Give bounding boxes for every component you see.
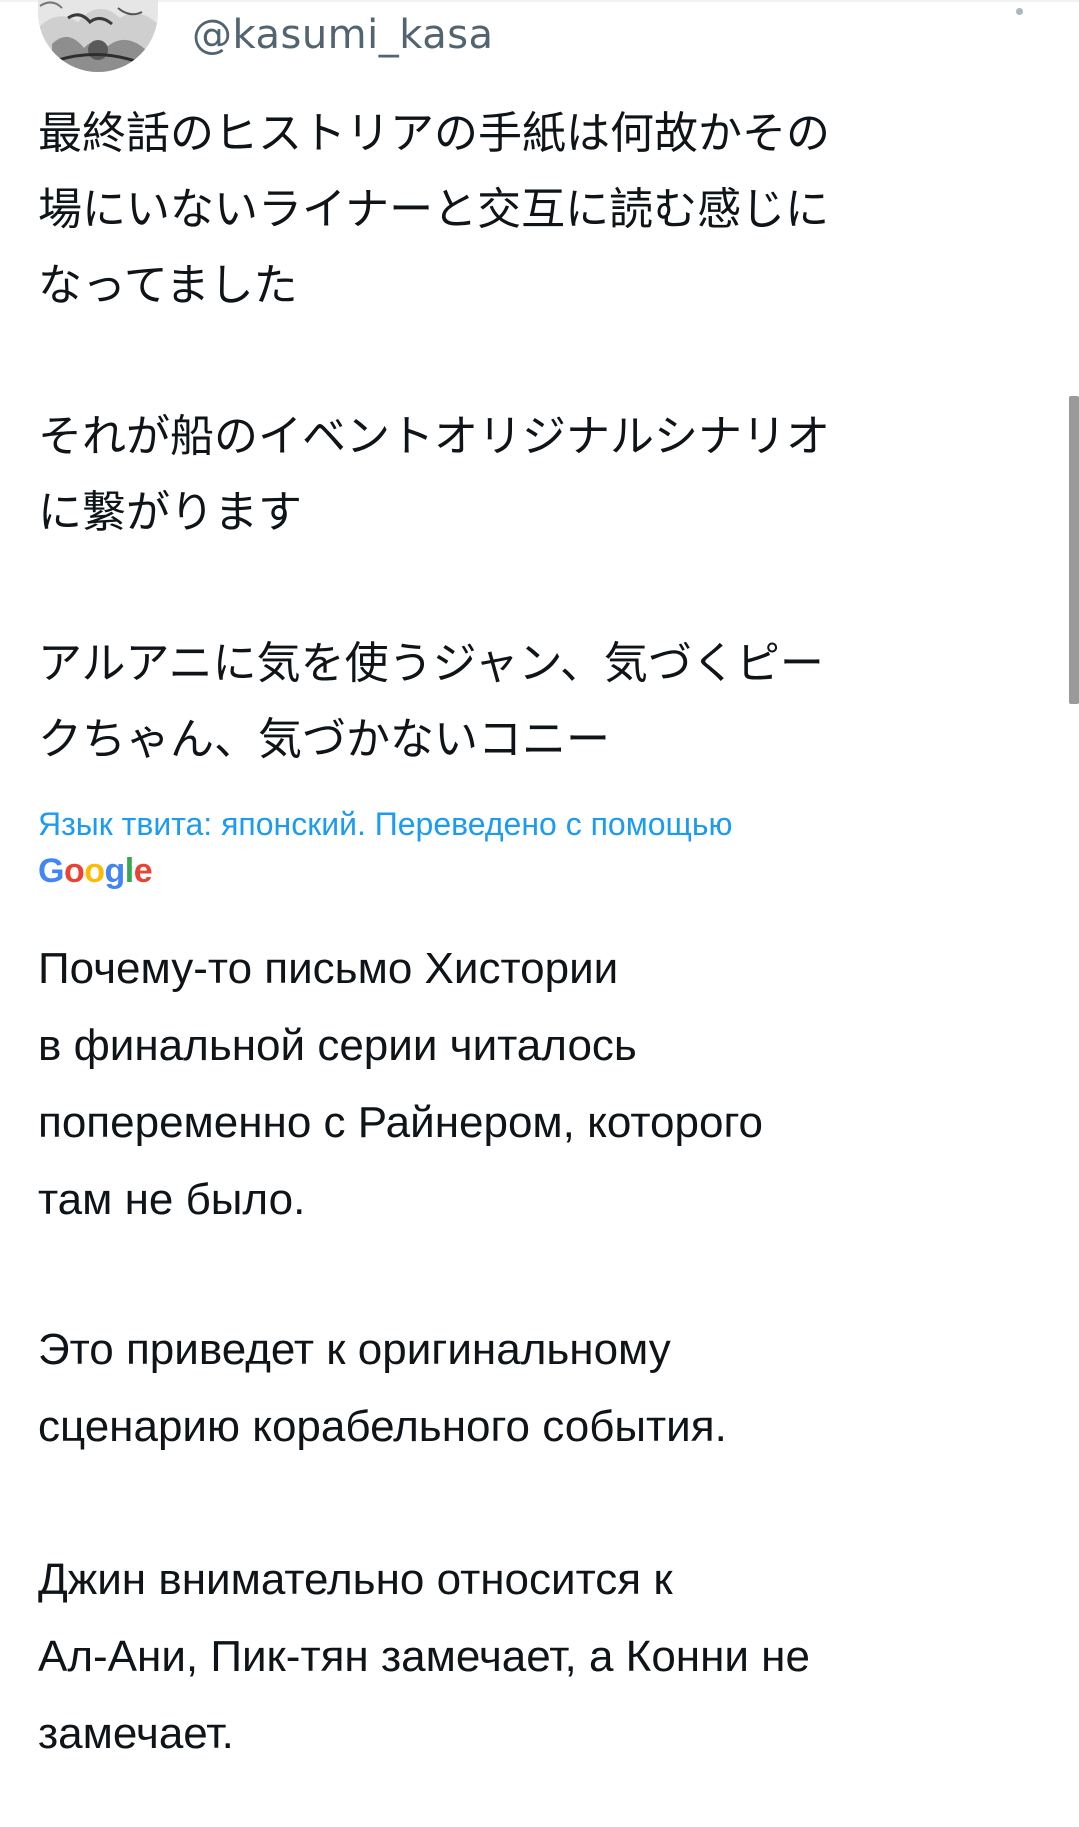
translated-line: Джин внимательно относится к bbox=[38, 1555, 673, 1604]
original-line: 場にいないライナーと交互に読む感じに bbox=[38, 184, 830, 235]
translated-line: замечает. bbox=[38, 1709, 234, 1758]
translated-line: сценарию корабельного события. bbox=[38, 1402, 727, 1451]
translated-line: там не было. bbox=[38, 1175, 306, 1224]
avatar-image bbox=[38, 0, 158, 72]
translated-tweet-paragraph: Джин внимательно относится к Ал-Ани, Пик… bbox=[38, 1541, 1038, 1772]
google-logo-letter: o bbox=[84, 852, 105, 890]
original-line: それが船のイベントオリジナルシナリオ bbox=[38, 411, 830, 462]
translation-note: Язык твита: японский. Переведено с помощ… bbox=[38, 806, 733, 842]
author-handle[interactable]: @kasumi_kasa bbox=[192, 12, 494, 58]
original-line: に繋がります bbox=[38, 487, 302, 538]
translated-line: Почему-то письмо Хистории bbox=[38, 944, 619, 993]
more-options-icon[interactable] bbox=[1016, 8, 1023, 15]
google-logo: Google bbox=[38, 852, 153, 891]
translated-line: Ал-Ани, Пик-тян замечает, а Конни не bbox=[38, 1632, 810, 1681]
original-tweet-paragraph: アルアニに気を使うジャン、気づくピー クちゃん、気づかないコニー bbox=[38, 626, 1038, 778]
original-line: なってました bbox=[38, 260, 298, 311]
translated-tweet-paragraph: Это приведет к оригинальному сценарию ко… bbox=[38, 1311, 1038, 1465]
original-line: アルアニに気を使うジャン、気づくピー bbox=[38, 638, 824, 689]
translated-line: Это приведет к оригинальному bbox=[38, 1325, 671, 1374]
original-tweet-paragraph: 最終話のヒストリアの手紙は何故かその 場にいないライナーと交互に読む感じに なっ… bbox=[38, 96, 1038, 324]
translated-line: в финальной серии читалось bbox=[38, 1021, 637, 1070]
google-logo-letter: l bbox=[124, 852, 134, 890]
avatar[interactable] bbox=[38, 0, 158, 72]
top-divider bbox=[0, 0, 1079, 2]
google-logo-letter: g bbox=[104, 852, 126, 890]
translated-tweet-paragraph: Почему-то письмо Хистории в финальной се… bbox=[38, 930, 1038, 1238]
translated-line: попеременно с Райнером, которого bbox=[38, 1098, 763, 1147]
google-logo-letter: G bbox=[38, 852, 64, 890]
google-logo-letter: e bbox=[133, 852, 153, 890]
original-tweet-paragraph: それが船のイベントオリジナルシナリオ に繋がります bbox=[38, 399, 1038, 551]
google-logo-letter: o bbox=[63, 852, 85, 890]
original-line: クちゃん、気づかないコニー bbox=[38, 714, 610, 765]
scrollbar[interactable] bbox=[1069, 396, 1079, 704]
original-line: 最終話のヒストリアの手紙は何故かその bbox=[38, 108, 830, 159]
